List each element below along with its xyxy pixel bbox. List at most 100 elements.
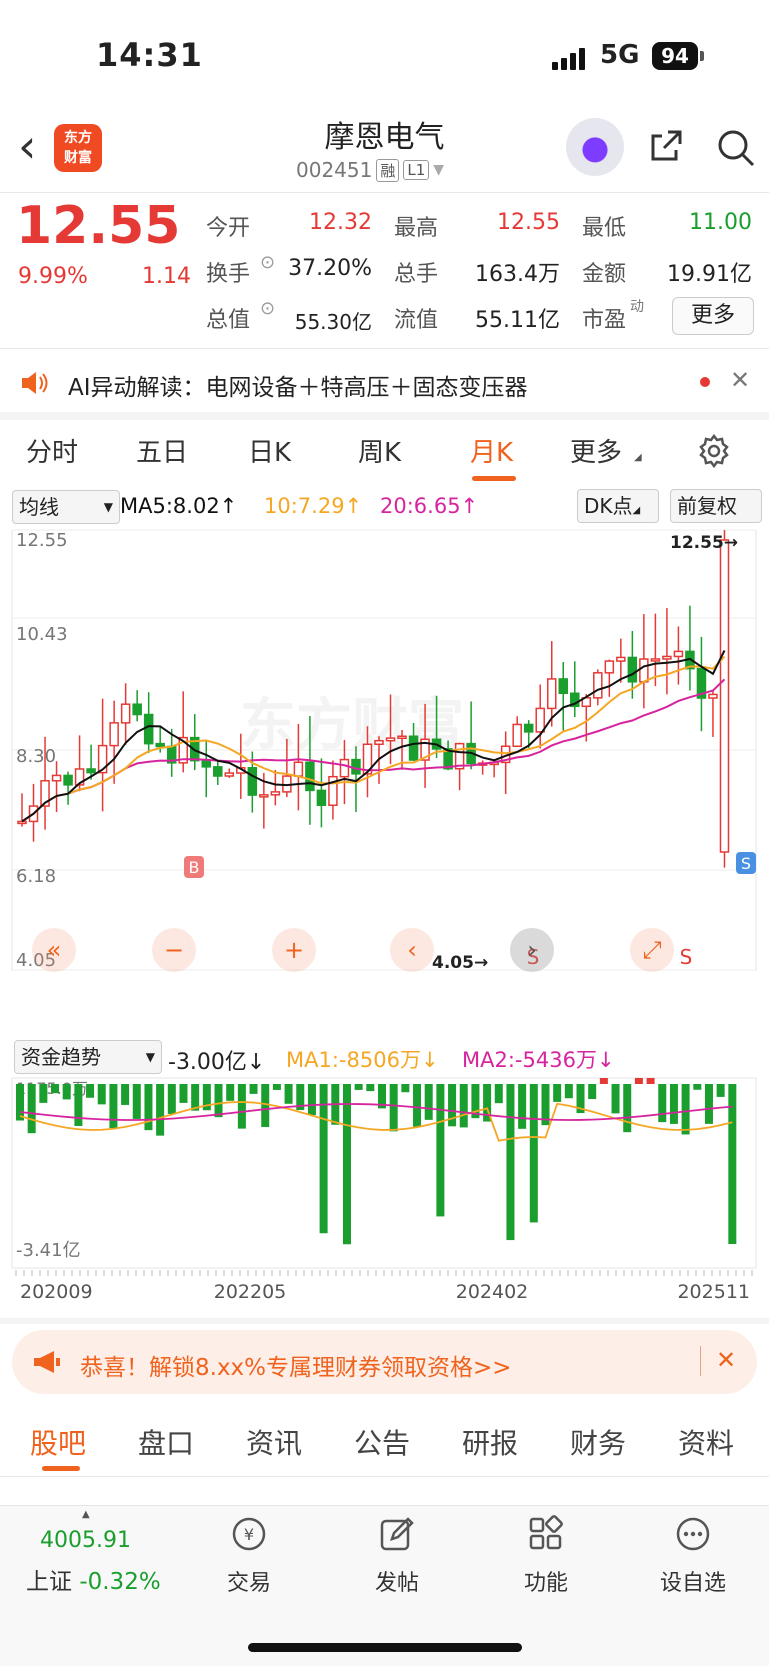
post-label: 发帖: [374, 1571, 419, 1596]
flow-bar: [284, 1084, 293, 1104]
post-button[interactable]: 发帖: [352, 1515, 442, 1597]
flow-bar: [518, 1084, 527, 1129]
section-tab-5[interactable]: 财务: [570, 1422, 626, 1462]
tab-3[interactable]: 周K: [358, 432, 401, 469]
tab-0[interactable]: 分时: [26, 432, 78, 469]
flow-bar: [342, 1084, 351, 1245]
svg-text:¥: ¥: [244, 1525, 254, 1544]
flow-chart[interactable]: 1175.0万-3.41亿202009202205202402202511: [0, 1076, 769, 1316]
candle: [397, 735, 407, 739]
index-summary[interactable]: 上证 -0.32%: [26, 1562, 161, 1596]
candle: [523, 723, 534, 733]
flow-bar: [623, 1084, 632, 1133]
sell-signal-label: S: [680, 945, 693, 969]
candle: [593, 672, 603, 699]
flow-bar: [716, 1084, 725, 1097]
signal-icon: [552, 46, 585, 70]
flow-bar: [214, 1084, 223, 1118]
battery-tip: [700, 51, 704, 61]
caret-up-icon[interactable]: ▲: [82, 1509, 90, 1520]
flow-bar: [564, 1084, 573, 1099]
x-axis-label: 202402: [456, 1281, 529, 1303]
info-icon[interactable]: ⊙: [260, 298, 275, 319]
share-icon[interactable]: [648, 128, 684, 164]
network-label: 5G: [600, 40, 640, 70]
section-tab-4[interactable]: 研报: [462, 1422, 518, 1462]
tab-1[interactable]: 五日: [136, 432, 188, 469]
quote-label: 最高: [394, 216, 439, 241]
candle: [213, 766, 223, 777]
functions-button[interactable]: 功能: [501, 1515, 591, 1597]
quote-label: 总值: [206, 308, 251, 333]
settings-icon[interactable]: [697, 434, 731, 468]
dropdown-caret-icon: ◢: [634, 452, 642, 463]
candle: [305, 761, 315, 792]
candle: [201, 759, 212, 768]
flow-bar: [74, 1084, 83, 1126]
quote-label: 市盈: [582, 308, 627, 333]
section-tab-0[interactable]: 股吧: [30, 1422, 86, 1462]
tab-5[interactable]: 更多: [570, 432, 622, 469]
chart-nav-button[interactable]: −: [152, 928, 196, 972]
ai-info-text[interactable]: AI异动解读：电网设备＋特高压＋固态变压器: [68, 368, 528, 402]
stock-code-row[interactable]: 002451 融 L1 ▼: [296, 158, 444, 182]
flow-bar: [132, 1084, 141, 1119]
section-tab-3[interactable]: 公告: [354, 1422, 410, 1462]
promo-text[interactable]: 恭喜！解锁8.xx%专属理财券领取资格>>: [80, 1348, 512, 1382]
change-percent: 9.99%: [18, 264, 88, 289]
ai-assistant-icon[interactable]: [566, 118, 624, 176]
section-tab-6[interactable]: 资料: [678, 1422, 734, 1462]
kline-chart[interactable]: 东方财富12.5510.438.306.184.0512.55→4.05→BSS…: [0, 522, 769, 1042]
candle: [535, 707, 545, 733]
candle: [316, 789, 327, 806]
tab-2[interactable]: 日K: [248, 432, 291, 469]
megaphone-icon: [34, 1351, 60, 1373]
flow-bar: [599, 1078, 608, 1084]
divider: [0, 412, 769, 420]
flow-bar: [389, 1084, 398, 1132]
low-label: 4.05→: [432, 953, 488, 973]
search-icon[interactable]: [716, 128, 756, 168]
flow-select[interactable]: 资金趋势 ▼: [14, 1040, 162, 1074]
nav-button-label: +: [284, 936, 304, 964]
close-icon[interactable]: ✕: [730, 366, 750, 394]
trade-icon: ¥: [232, 1517, 266, 1551]
candle: [63, 774, 73, 786]
section-tab-2[interactable]: 资讯: [246, 1422, 302, 1462]
tab-4[interactable]: 月K: [470, 432, 513, 469]
indicator-select[interactable]: 均线 ▼: [12, 490, 120, 524]
candle: [224, 772, 235, 777]
flow-ma1: MA1:-8506万↓: [286, 1048, 439, 1072]
quote-value: 37.20%: [288, 256, 372, 281]
nav-button-label: −: [164, 936, 184, 964]
dk-select[interactable]: DK点◢: [577, 489, 659, 523]
more-button[interactable]: 更多: [672, 297, 754, 335]
candle: [132, 703, 142, 716]
adjust-button[interactable]: 前复权: [670, 489, 762, 523]
battery-icon: 94: [652, 42, 698, 70]
candle: [17, 820, 27, 825]
chart-nav-button[interactable]: ›: [510, 928, 554, 972]
level-tag: L1: [403, 160, 430, 180]
index-value[interactable]: 4005.91: [40, 1528, 131, 1553]
functions-label: 功能: [523, 1571, 568, 1596]
quote-value: 55.30亿: [294, 310, 372, 334]
flow-bar: [506, 1084, 515, 1241]
flow-bar: [366, 1084, 375, 1092]
chart-nav-button[interactable]: ‹: [390, 928, 434, 972]
trade-button[interactable]: ¥ 交易: [204, 1515, 294, 1597]
chart-nav-button[interactable]: ⤢: [630, 928, 674, 972]
candle: [673, 650, 684, 658]
y-axis-label: 6.18: [16, 866, 56, 887]
candle: [86, 768, 96, 774]
candle: [719, 539, 730, 853]
chart-nav-button[interactable]: «: [32, 928, 76, 972]
chart-nav-button[interactable]: +: [272, 928, 316, 972]
customize-button[interactable]: 设自选: [648, 1515, 738, 1597]
divider: [0, 1476, 769, 1477]
info-icon[interactable]: ⊙: [260, 252, 275, 273]
close-icon[interactable]: ✕: [716, 1346, 736, 1374]
quote-label: 金额: [582, 262, 627, 287]
change-amount: 1.14: [142, 264, 191, 289]
section-tab-1[interactable]: 盘口: [138, 1422, 194, 1462]
